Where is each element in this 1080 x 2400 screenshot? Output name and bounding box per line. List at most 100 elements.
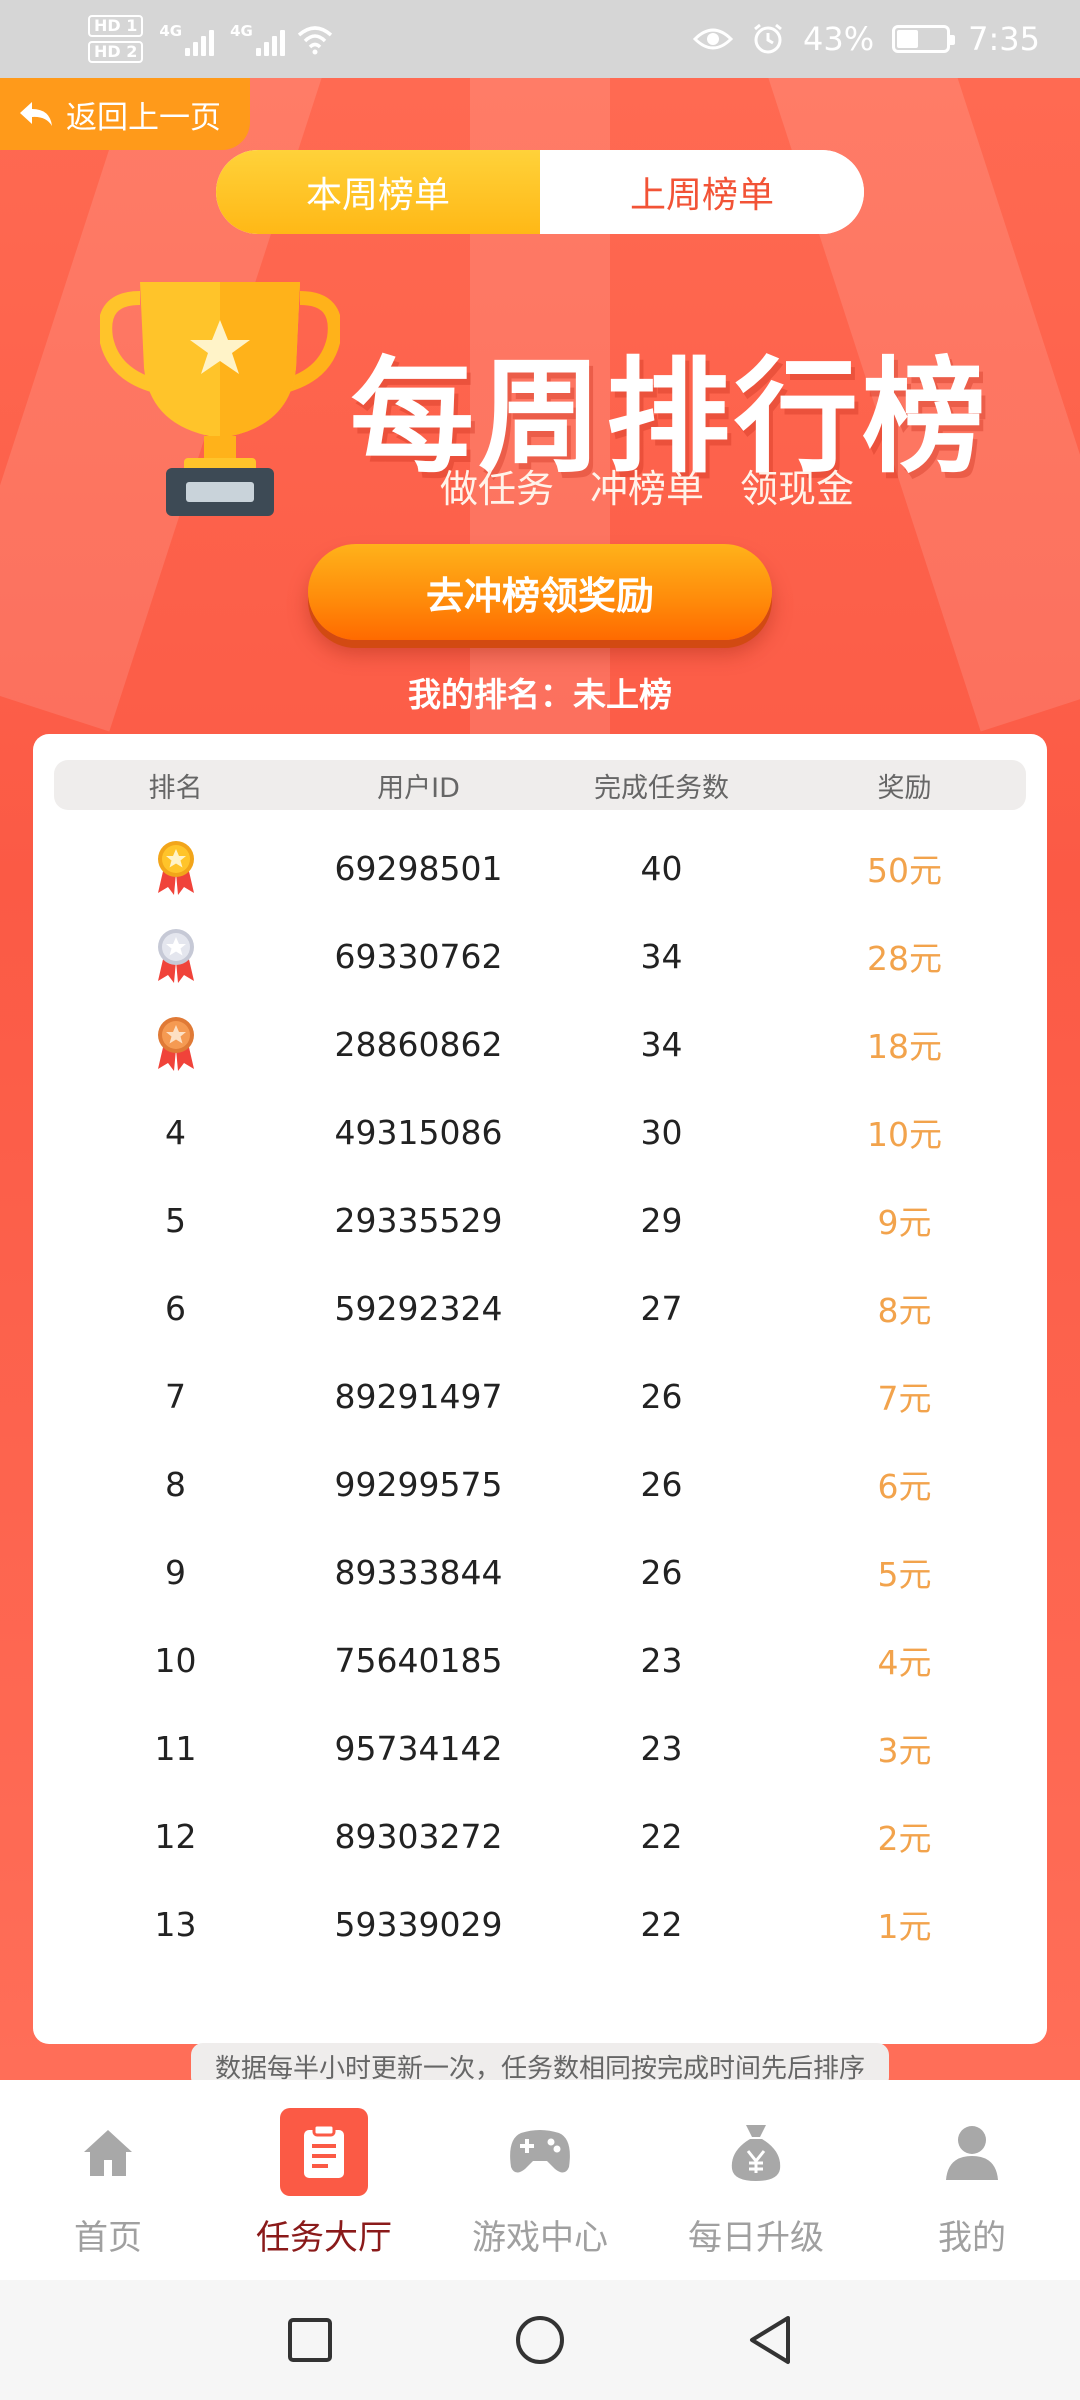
rank-number: 6 <box>165 1288 186 1328</box>
table-row: 8 99299575 26 6元 <box>54 1440 1026 1528</box>
leaderboard-card: 排名 用户ID 完成任务数 奖励 69298501 40 50元 69330762 34… <box>33 734 1047 2080</box>
sim2-badge: HD 2 <box>88 41 144 63</box>
table-row: 5 29335529 29 9元 <box>54 1176 1026 1264</box>
task-count: 22 <box>640 1816 683 1856</box>
table-row: 9 89333844 26 5元 <box>54 1528 1026 1616</box>
table-row: 69330762 34 28元 <box>54 912 1026 1000</box>
net1-label: 4G <box>159 22 183 40</box>
battery-percent: 43% <box>803 20 875 58</box>
task-count: 40 <box>640 848 683 888</box>
rank-number: 8 <box>165 1464 186 1504</box>
signal-2-icon: 4G <box>230 22 285 56</box>
status-right: 43% 7:35 <box>693 20 1040 58</box>
slogan-item: 领现金 <box>740 467 855 511</box>
task-count: 26 <box>640 1464 683 1504</box>
bronze-medal-icon <box>54 1015 297 1073</box>
task-count: 34 <box>640 1024 683 1064</box>
nav-label: 首页 <box>74 2218 142 2258</box>
back-triangle-icon[interactable] <box>746 2314 794 2366</box>
task-count: 26 <box>640 1376 683 1416</box>
user-id: 89303272 <box>334 1816 503 1856</box>
update-note: 数据每半小时更新一次，任务数相同按完成时间先后排序 <box>191 2043 889 2080</box>
net2-label: 4G <box>230 22 253 40</box>
user-id: 59292324 <box>334 1288 503 1328</box>
rank-number: 5 <box>165 1200 186 1240</box>
user-id: 49315086 <box>334 1112 503 1152</box>
sim-indicators: HD 1 HD 2 <box>88 15 144 63</box>
rank-number: 9 <box>165 1552 186 1592</box>
claim-reward-button[interactable]: 去冲榜领奖励 <box>308 544 772 640</box>
table-header: 排名 用户ID 完成任务数 奖励 <box>54 760 1026 810</box>
reward-amount: 6元 <box>877 1467 932 1506</box>
user-id: 89291497 <box>334 1376 503 1416</box>
table-row: 4 49315086 30 10元 <box>54 1088 1026 1176</box>
nav-item-mine[interactable]: 我的 <box>864 2108 1080 2259</box>
header-rank: 排名 <box>148 772 203 804</box>
task-count: 30 <box>640 1112 683 1152</box>
table-row: 10 75640185 23 4元 <box>54 1616 1026 1704</box>
reward-amount: 10元 <box>867 1115 942 1154</box>
user-id: 75640185 <box>334 1640 503 1680</box>
nav-label: 任务大厅 <box>256 2218 392 2258</box>
user-id: 89333844 <box>334 1552 503 1592</box>
nav-label: 游戏中心 <box>472 2218 608 2258</box>
sim1-badge: HD 1 <box>88 15 144 37</box>
nav-item-game-center[interactable]: 游戏中心 <box>432 2108 648 2259</box>
recents-icon[interactable] <box>286 2316 334 2364</box>
signal-1-icon: 4G <box>159 22 215 56</box>
money-bag-icon <box>712 2108 800 2196</box>
table-row: 7 89291497 26 7元 <box>54 1352 1026 1440</box>
task-count: 23 <box>640 1728 683 1768</box>
nav-item-daily-upgrade[interactable]: 每日升级 <box>648 2108 864 2259</box>
rank-number: 10 <box>154 1640 197 1680</box>
home-circle-icon[interactable] <box>514 2314 566 2366</box>
reward-amount: 3元 <box>877 1731 932 1770</box>
tab-last-week[interactable]: 上周榜单 <box>540 150 864 234</box>
reward-amount: 18元 <box>867 1027 942 1066</box>
user-id: 99299575 <box>334 1464 503 1504</box>
status-left: HD 1 HD 2 4G 4G <box>88 15 335 63</box>
back-button[interactable]: 返回上一页 <box>0 78 250 150</box>
gold-medal-icon <box>54 839 297 897</box>
trophy-icon <box>100 282 340 516</box>
back-button-label: 返回上一页 <box>66 99 221 136</box>
user-id: 28860862 <box>334 1024 503 1064</box>
leaderboard-rows: 69298501 40 50元 69330762 34 28元 28860862 34 18元 4… <box>54 824 1026 1968</box>
user-id: 29335529 <box>334 1200 503 1240</box>
header-reward: 奖励 <box>877 772 932 804</box>
task-count: 22 <box>640 1904 683 1944</box>
reward-amount: 8元 <box>877 1291 932 1330</box>
bottom-nav: 首页 任务大厅 游戏中心 每日升级 我的 <box>0 2080 1080 2280</box>
table-row: 12 89303272 22 2元 <box>54 1792 1026 1880</box>
reward-amount: 4元 <box>877 1643 932 1682</box>
nav-item-home[interactable]: 首页 <box>0 2108 216 2259</box>
rank-number: 12 <box>154 1816 197 1856</box>
slogans: 做任务 冲榜单 领现金 <box>440 458 854 513</box>
table-row: 6 59292324 27 8元 <box>54 1264 1026 1352</box>
reward-amount: 2元 <box>877 1819 932 1858</box>
reward-amount: 9元 <box>877 1203 932 1242</box>
task-count: 27 <box>640 1288 683 1328</box>
battery-icon <box>892 25 956 53</box>
reward-amount: 1元 <box>877 1907 932 1946</box>
nav-label: 我的 <box>938 2218 1006 2258</box>
alarm-icon <box>754 23 782 54</box>
eye-icon <box>693 28 734 50</box>
period-tabs: 本周榜单 上周榜单 <box>216 150 864 234</box>
tab-this-week[interactable]: 本周榜单 <box>216 150 540 234</box>
silver-medal-icon <box>54 927 297 985</box>
wifi-icon <box>297 26 333 55</box>
reward-amount: 5元 <box>877 1555 932 1594</box>
task-count: 29 <box>640 1200 683 1240</box>
clock: 7:35 <box>968 20 1040 58</box>
my-rank-text: 我的排名：未上榜 <box>408 675 672 714</box>
nav-item-task-hall[interactable]: 任务大厅 <box>216 2108 432 2259</box>
task-count: 23 <box>640 1640 683 1680</box>
user-icon <box>928 2108 1016 2196</box>
table-row: 13 59339029 22 1元 <box>54 1880 1026 1968</box>
clipboard-icon <box>280 2108 368 2196</box>
header-tasks: 完成任务数 <box>594 772 729 804</box>
nav-label: 每日升级 <box>688 2218 824 2258</box>
status-bar: HD 1 HD 2 4G 4G 43% 7:35 <box>0 0 1080 78</box>
reward-amount: 7元 <box>877 1379 932 1418</box>
